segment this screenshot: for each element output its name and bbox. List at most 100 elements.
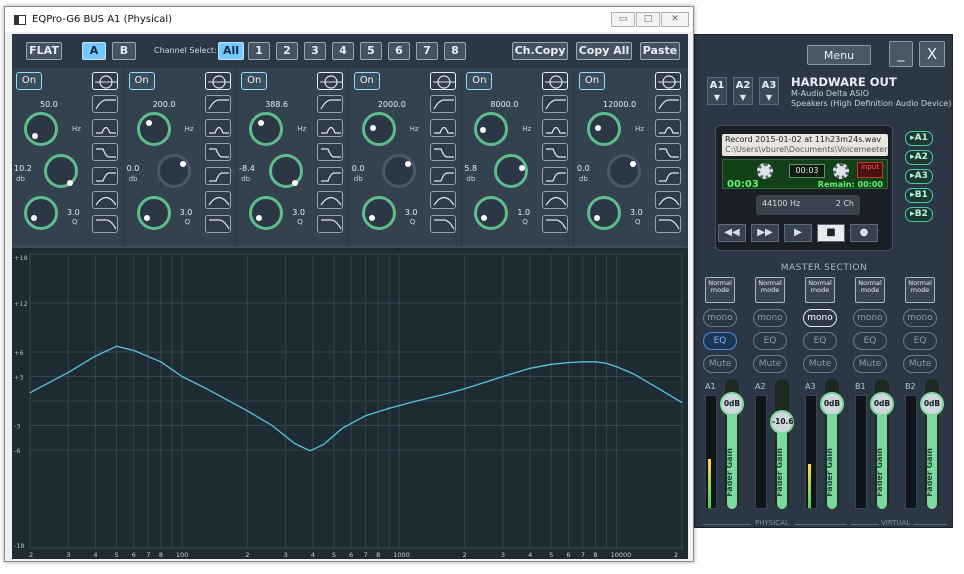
channel-4-button[interactable]: 4 (332, 42, 354, 60)
filter-bp-icon[interactable] (542, 191, 569, 209)
band-on-button[interactable]: On (16, 72, 42, 90)
eq-button[interactable]: EQ (803, 332, 837, 350)
mono-button[interactable]: mono (853, 309, 887, 327)
mode-button[interactable]: Normal mode (905, 277, 935, 303)
paste-button[interactable]: Paste (640, 42, 680, 60)
mute-button[interactable]: Mute (803, 355, 837, 373)
filter-ls-icon[interactable] (542, 143, 569, 161)
q-knob[interactable] (361, 196, 396, 230)
filter-hs-icon[interactable] (317, 167, 344, 185)
route-a3-button[interactable]: ▸A3 (905, 169, 933, 184)
filter-bp-icon[interactable] (317, 191, 344, 209)
mono-button[interactable]: mono (803, 309, 837, 327)
window-titlebar[interactable]: EQPro-G6 BUS A1 (Physical) ▭ □ ✕ (5, 7, 693, 32)
q-knob[interactable] (249, 196, 284, 230)
gain-knob[interactable] (156, 154, 191, 188)
filter-hp-icon[interactable] (204, 95, 231, 113)
mono-button[interactable]: mono (703, 309, 737, 327)
eq-button[interactable]: EQ (703, 332, 737, 350)
channel-8-button[interactable]: 8 (444, 42, 466, 60)
mode-button[interactable]: Normal mode (755, 277, 785, 303)
preset-a-button[interactable]: A (82, 42, 106, 60)
channel-3-button[interactable]: 3 (304, 42, 326, 60)
filter-enable-icon[interactable] (429, 72, 456, 90)
recorder-input-indicator[interactable]: input (857, 162, 883, 178)
band-on-button[interactable]: On (353, 72, 380, 90)
filter-ls-icon[interactable] (655, 143, 681, 161)
q-knob[interactable] (136, 196, 171, 230)
rewind-button[interactable]: ◀◀ (718, 224, 746, 242)
menu-button[interactable]: Menu (807, 45, 871, 65)
filter-bp-icon[interactable] (429, 191, 456, 209)
filter-ls-icon[interactable] (204, 143, 231, 161)
filter-peak-icon[interactable] (92, 119, 118, 137)
frequency-knob[interactable] (361, 112, 396, 146)
band-on-button[interactable]: On (128, 72, 155, 90)
filter-ls-icon[interactable] (429, 143, 456, 161)
filter-peak-icon[interactable] (429, 119, 456, 137)
filter-enable-icon[interactable] (92, 72, 118, 90)
channel-7-button[interactable]: 7 (416, 42, 438, 60)
mute-button[interactable]: Mute (853, 355, 887, 373)
route-b2-button[interactable]: ▸B2 (905, 207, 933, 222)
filter-peak-icon[interactable] (204, 119, 231, 137)
mode-button[interactable]: Normal mode (855, 277, 885, 303)
filter-hp-icon[interactable] (92, 95, 118, 113)
filter-bp-icon[interactable] (204, 191, 231, 209)
filter-enable-icon[interactable] (317, 72, 344, 90)
filter-enable-icon[interactable] (655, 72, 681, 90)
fast-forward-button[interactable]: ▶▶ (751, 224, 779, 242)
mode-button[interactable]: Normal mode (805, 277, 835, 303)
band-on-button[interactable]: On (241, 72, 268, 90)
copy-all-button[interactable]: Copy All (576, 42, 632, 60)
filter-lp-icon[interactable] (92, 215, 118, 233)
band-on-button[interactable]: On (579, 72, 605, 90)
mode-button[interactable]: Normal mode (705, 277, 735, 303)
mute-button[interactable]: Mute (753, 355, 787, 373)
stop-button[interactable]: ■ (817, 224, 845, 242)
fader-knob[interactable]: 0dB (820, 391, 844, 416)
eq-button[interactable]: EQ (753, 332, 787, 350)
filter-hs-icon[interactable] (655, 167, 681, 185)
frequency-knob[interactable] (136, 112, 171, 146)
maximize-button[interactable]: □ (636, 12, 660, 27)
hw-bus-a1-button[interactable]: A1 ▼ (707, 77, 727, 105)
frequency-knob[interactable] (587, 112, 621, 146)
filter-lp-icon[interactable] (317, 215, 344, 233)
flat-button[interactable]: FLAT (26, 42, 62, 60)
channel-5-button[interactable]: 5 (360, 42, 382, 60)
filter-lp-icon[interactable] (655, 215, 681, 233)
filter-hp-icon[interactable] (429, 95, 456, 113)
frequency-knob[interactable] (249, 112, 284, 146)
minimize-button[interactable]: _ (889, 41, 913, 67)
band-on-button[interactable]: On (466, 72, 493, 90)
filter-lp-icon[interactable] (542, 215, 569, 233)
filter-hp-icon[interactable] (317, 95, 344, 113)
q-knob[interactable] (587, 196, 621, 230)
filter-lp-icon[interactable] (204, 215, 231, 233)
fader-knob[interactable]: 0dB (720, 391, 744, 416)
fader-gain-slider[interactable]: Fader Gain (775, 379, 789, 509)
gain-knob[interactable] (44, 154, 78, 188)
close-button[interactable]: ✕ (661, 12, 689, 27)
filter-peak-icon[interactable] (542, 119, 569, 137)
play-button[interactable]: ▶ (784, 224, 812, 242)
mute-button[interactable]: Mute (903, 355, 937, 373)
preset-b-button[interactable]: B (112, 42, 136, 60)
mono-button[interactable]: mono (753, 309, 787, 327)
filter-enable-icon[interactable] (204, 72, 231, 90)
fader-knob[interactable]: -10.6 (770, 409, 794, 434)
mono-button[interactable]: mono (903, 309, 937, 327)
minimize-button[interactable]: ▭ (611, 12, 635, 27)
channel-copy-button[interactable]: Ch.Copy (512, 42, 568, 60)
gain-knob[interactable] (607, 154, 641, 188)
route-a1-button[interactable]: ▸A1 (905, 131, 933, 146)
filter-lp-icon[interactable] (429, 215, 456, 233)
channel-all-button[interactable]: All (218, 42, 244, 60)
filter-hp-icon[interactable] (542, 95, 569, 113)
mute-button[interactable]: Mute (703, 355, 737, 373)
eq-button[interactable]: EQ (903, 332, 937, 350)
filter-hs-icon[interactable] (542, 167, 569, 185)
filter-peak-icon[interactable] (317, 119, 344, 137)
filter-enable-icon[interactable] (542, 72, 569, 90)
